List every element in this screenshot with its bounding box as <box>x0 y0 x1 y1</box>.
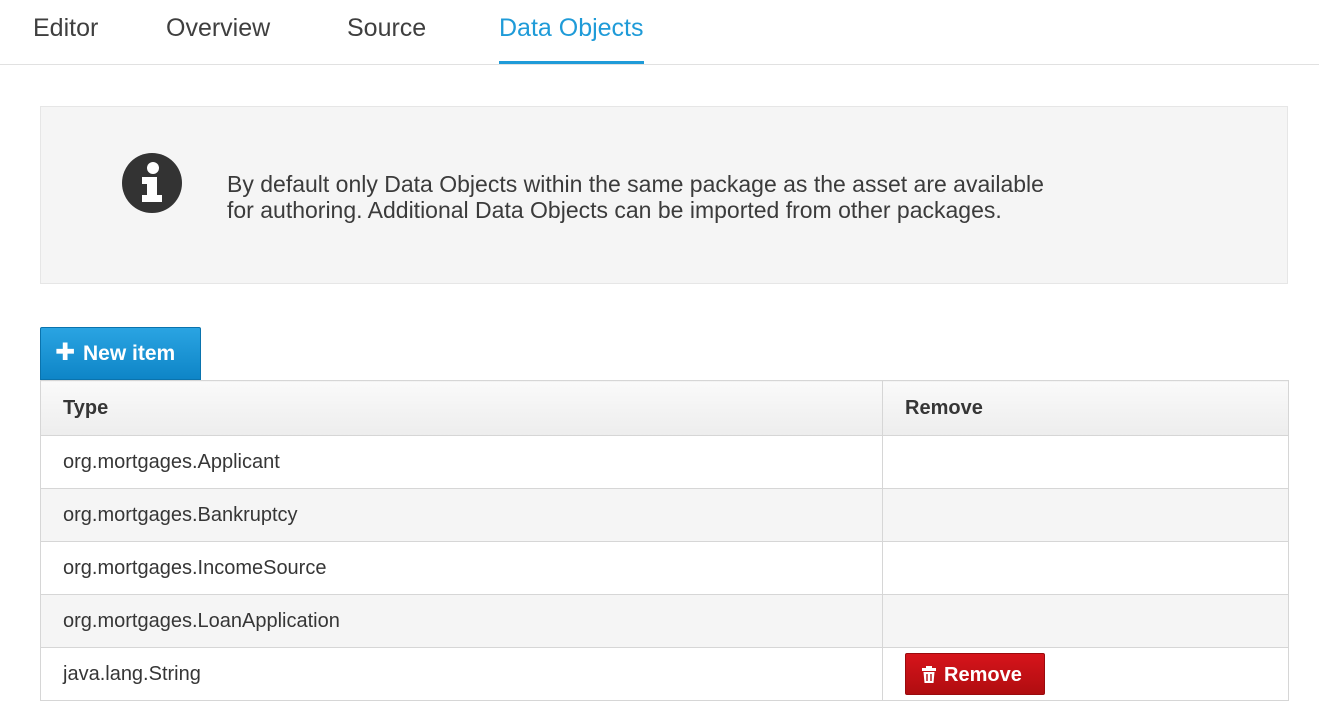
type-cell[interactable]: org.mortgages.Bankruptcy <box>40 488 883 542</box>
type-cell[interactable]: org.mortgages.IncomeSource <box>40 541 883 595</box>
trash-icon <box>922 666 936 683</box>
tab-bar: Editor Overview Source Data Objects <box>0 0 1319 65</box>
data-objects-table: Type Remove org.mortgages.Applicant org.… <box>40 380 1289 701</box>
column-header-type[interactable]: Type <box>40 380 883 436</box>
remove-cell <box>882 488 1289 542</box>
table-row: java.lang.String Remove <box>40 647 1289 701</box>
type-cell[interactable]: org.mortgages.Applicant <box>40 435 883 489</box>
remove-cell <box>882 435 1289 489</box>
table-row: org.mortgages.IncomeSource <box>40 541 1289 595</box>
info-circle-icon <box>122 153 182 213</box>
remove-cell <box>882 541 1289 595</box>
type-cell[interactable]: java.lang.String <box>40 647 883 701</box>
info-alert: By default only Data Objects within the … <box>40 106 1288 284</box>
tab-source[interactable]: Source <box>347 0 426 64</box>
tab-overview[interactable]: Overview <box>166 0 270 64</box>
tab-editor[interactable]: Editor <box>33 0 98 64</box>
new-item-button[interactable]: ✚ New item <box>40 327 201 380</box>
info-message: By default only Data Objects within the … <box>227 171 1207 223</box>
type-cell[interactable]: org.mortgages.LoanApplication <box>40 594 883 648</box>
remove-cell: Remove <box>882 647 1289 701</box>
table-row: org.mortgages.Bankruptcy <box>40 488 1289 542</box>
info-message-line-1: By default only Data Objects within the … <box>227 171 1044 197</box>
remove-button[interactable]: Remove <box>905 653 1045 695</box>
table-row: org.mortgages.Applicant <box>40 435 1289 489</box>
table-header-row: Type Remove <box>40 380 1289 436</box>
plus-icon: ✚ <box>55 339 76 366</box>
remove-cell <box>882 594 1289 648</box>
remove-button-label: Remove <box>944 664 1022 686</box>
column-header-remove[interactable]: Remove <box>882 380 1289 436</box>
table-row: org.mortgages.LoanApplication <box>40 594 1289 648</box>
info-message-line-2: for authoring. Additional Data Objects c… <box>227 197 1002 223</box>
new-item-label: New item <box>83 342 176 365</box>
tab-data-objects[interactable]: Data Objects <box>499 0 644 64</box>
